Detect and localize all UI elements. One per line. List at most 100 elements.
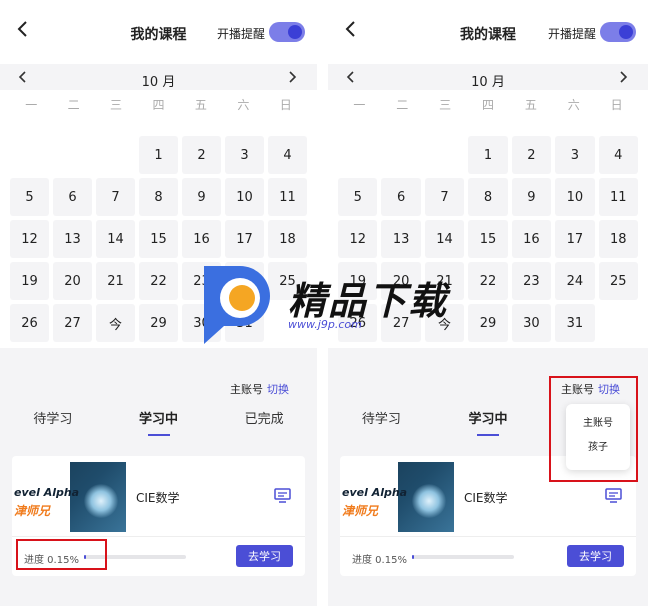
calendar-day[interactable]: 22	[139, 262, 178, 300]
card-divider	[12, 536, 305, 537]
calendar-day[interactable]: 17	[555, 220, 595, 258]
tab-1[interactable]: 学习中	[106, 408, 212, 438]
live-reminder-toggle[interactable]	[600, 22, 636, 42]
calendar-day[interactable]: 20	[53, 262, 92, 300]
calendar-day[interactable]: 30	[511, 304, 552, 342]
calendar-day[interactable]: 12	[10, 220, 49, 258]
weekday-header: 一二三四五六日	[10, 96, 307, 113]
calendar-day[interactable]: 14	[424, 220, 465, 258]
calendar-day[interactable]: 13	[381, 220, 421, 258]
dropdown-highlight-box	[549, 376, 638, 482]
calendar-day[interactable]: 6	[53, 178, 92, 216]
day-blank	[96, 136, 135, 174]
calendar-day[interactable]: 29	[468, 304, 508, 342]
progress-highlight-box	[16, 539, 107, 570]
account-switch-link[interactable]: 切换	[267, 383, 289, 396]
weekday-label: 六	[567, 98, 580, 112]
live-reminder-toggle[interactable]	[269, 22, 305, 42]
calendar-day[interactable]: 19	[10, 262, 49, 300]
calendar-day[interactable]: 23	[511, 262, 552, 300]
weekday-label: 三	[439, 98, 452, 112]
calendar-day[interactable]: 5	[338, 178, 378, 216]
calendar-day[interactable]: 4	[598, 136, 638, 174]
calendar-day[interactable]: 9	[182, 178, 221, 216]
calendar-day[interactable]: 4	[268, 136, 307, 174]
calendar-day[interactable]: 15	[139, 220, 178, 258]
go-study-button[interactable]: 去学习	[567, 545, 624, 567]
calendar-day[interactable]: 2	[511, 136, 552, 174]
calendar-day[interactable]: 9	[511, 178, 552, 216]
calendar-day[interactable]: 7	[424, 178, 465, 216]
weekday-label: 一	[353, 98, 366, 112]
calendar-day[interactable]: 6	[381, 178, 421, 216]
watermark-url: www.j9p.com	[288, 318, 362, 331]
toggle-knob	[619, 25, 633, 39]
calendar-day[interactable]: 15	[468, 220, 508, 258]
calendar-day[interactable]: 27	[53, 304, 92, 342]
weekday-label: 五	[194, 98, 207, 112]
calendar-day[interactable]: 29	[139, 304, 178, 342]
calendar-day[interactable]: 5	[10, 178, 49, 216]
tab-2[interactable]: 已完成	[211, 408, 317, 438]
calendar-day[interactable]: 18	[268, 220, 307, 258]
progress-fill	[412, 555, 415, 559]
calendar-day[interactable]: 21	[96, 262, 135, 300]
weekday-label: 三	[110, 98, 123, 112]
progress-text: 进度 0.15%	[352, 555, 407, 566]
calendar-day[interactable]: 8	[139, 178, 178, 216]
calendar-day[interactable]: 11	[598, 178, 638, 216]
calendar-day[interactable]: 16	[511, 220, 552, 258]
tab-0[interactable]: 待学习	[0, 408, 106, 438]
account-row: 主账号 切换	[230, 381, 289, 397]
weekday-label: 日	[279, 98, 292, 112]
calendar-day[interactable]: 17	[225, 220, 264, 258]
chevron-right-icon[interactable]	[616, 70, 630, 84]
weekday-label: 四	[481, 98, 494, 112]
snowflake-graphic	[84, 484, 118, 518]
weekday-label: 二	[67, 98, 80, 112]
weekday-label: 二	[396, 98, 409, 112]
thumbnail-subtitle: 津师兄	[342, 504, 379, 518]
calendar-day[interactable]: 18	[598, 220, 638, 258]
thumbnail-title: evel Alpha	[342, 486, 408, 499]
weekday-header: 一二三四五六日	[338, 96, 638, 113]
calendar-day[interactable]: 2	[182, 136, 221, 174]
calendar-day[interactable]: 1	[468, 136, 508, 174]
top-bar: 我的课程 开播提醒	[0, 0, 317, 58]
live-screen-icon[interactable]	[605, 488, 622, 503]
snowflake-graphic	[412, 484, 446, 518]
calendar-day[interactable]: 10	[555, 178, 595, 216]
calendar-day[interactable]: 3	[555, 136, 595, 174]
tab-0[interactable]: 待学习	[328, 408, 435, 438]
calendar-day[interactable]: 26	[10, 304, 49, 342]
calendar-day[interactable]: 3	[225, 136, 264, 174]
calendar-day[interactable]: 24	[555, 262, 595, 300]
calendar-day[interactable]: 13	[53, 220, 92, 258]
calendar-day[interactable]: 11	[268, 178, 307, 216]
calendar-day[interactable]: 今	[96, 304, 135, 342]
calendar-day[interactable]: 16	[182, 220, 221, 258]
calendar-day[interactable]: 12	[338, 220, 378, 258]
chevron-right-icon[interactable]	[285, 70, 299, 84]
go-study-button[interactable]: 去学习	[236, 545, 293, 567]
course-name: CIE数学	[136, 491, 180, 505]
calendar-day[interactable]: 7	[96, 178, 135, 216]
month-selector: 10 月	[0, 64, 317, 90]
site-watermark: 精品下载 www.j9p.com	[196, 258, 456, 350]
calendar-day[interactable]: 31	[555, 304, 595, 342]
day-blank	[53, 136, 92, 174]
calendar-day[interactable]: 25	[598, 262, 638, 300]
course-thumbnail: evel Alpha 津师兄	[12, 462, 126, 532]
account-label: 主账号	[230, 383, 263, 396]
card-divider	[340, 536, 636, 537]
calendar-day[interactable]: 1	[139, 136, 178, 174]
live-screen-icon[interactable]	[274, 488, 291, 503]
tab-1[interactable]: 学习中	[435, 408, 542, 438]
calendar-day[interactable]: 22	[468, 262, 508, 300]
thumbnail-title: evel Alpha	[14, 486, 80, 499]
top-bar: 我的课程 开播提醒	[328, 0, 648, 58]
watermark-title: 精品下载	[288, 279, 449, 323]
calendar-day[interactable]: 8	[468, 178, 508, 216]
calendar-day[interactable]: 14	[96, 220, 135, 258]
calendar-day[interactable]: 10	[225, 178, 264, 216]
